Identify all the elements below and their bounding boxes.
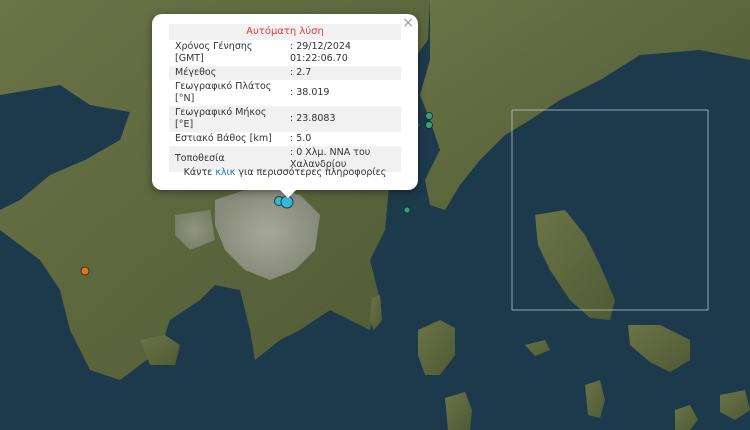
table-row: Γεωγραφικό Μήκος [°E] : 23.8083 — [169, 106, 401, 132]
origin-time-label: Χρόνος Γένησης [GMT] — [175, 41, 253, 64]
close-icon[interactable]: × — [402, 15, 414, 31]
earthquake-marker-green-3[interactable] — [403, 206, 411, 214]
more-info-line: Κάντε κλικ για περισσότερες πληροφορίες — [152, 167, 418, 178]
table-row: Εστιακό Βάθος [km] : 5.0 — [169, 132, 401, 146]
more-info-link[interactable]: κλικ — [215, 167, 235, 178]
earthquake-marker-orange[interactable] — [80, 266, 90, 276]
longitude-value: : 23.8083 — [284, 106, 401, 132]
table-row: Γεωγραφικό Πλάτος [°N] : 38.019 — [169, 80, 401, 106]
more-info-suffix: για περισσότερες πληροφορίες — [238, 167, 387, 178]
latitude-label: Γεωγραφικό Πλάτος [°N] — [175, 81, 272, 104]
earthquake-info-popup: × Αυτόματη λύση Χρόνος Γένησης [GMT] : 2… — [152, 14, 418, 190]
magnitude-label: Μέγεθος — [169, 66, 284, 80]
popup-pointer — [278, 188, 298, 198]
earthquake-marker-green-1[interactable] — [425, 112, 433, 120]
popup-title: Αυτόματη λύση — [169, 24, 401, 40]
more-info-prefix: Κάντε — [183, 167, 213, 178]
longitude-label: Γεωγραφικό Μήκος [°E] — [169, 106, 284, 132]
table-row: Χρόνος Γένησης [GMT] : 29/12/2024 01:22:… — [169, 40, 401, 66]
latitude-value: : 38.019 — [290, 87, 330, 98]
table-row: Μέγεθος : 2.7 — [169, 66, 401, 80]
magnitude-value: : 2.7 — [284, 66, 401, 80]
origin-time-value: : 29/12/2024 01:22:06.70 — [290, 41, 351, 64]
earthquake-details-table: Χρόνος Γένησης [GMT] : 29/12/2024 01:22:… — [169, 40, 401, 172]
depth-value: : 5.0 — [290, 133, 312, 144]
earthquake-marker-green-2[interactable] — [425, 121, 433, 129]
depth-label: Εστιακό Βάθος [km] — [175, 133, 272, 144]
